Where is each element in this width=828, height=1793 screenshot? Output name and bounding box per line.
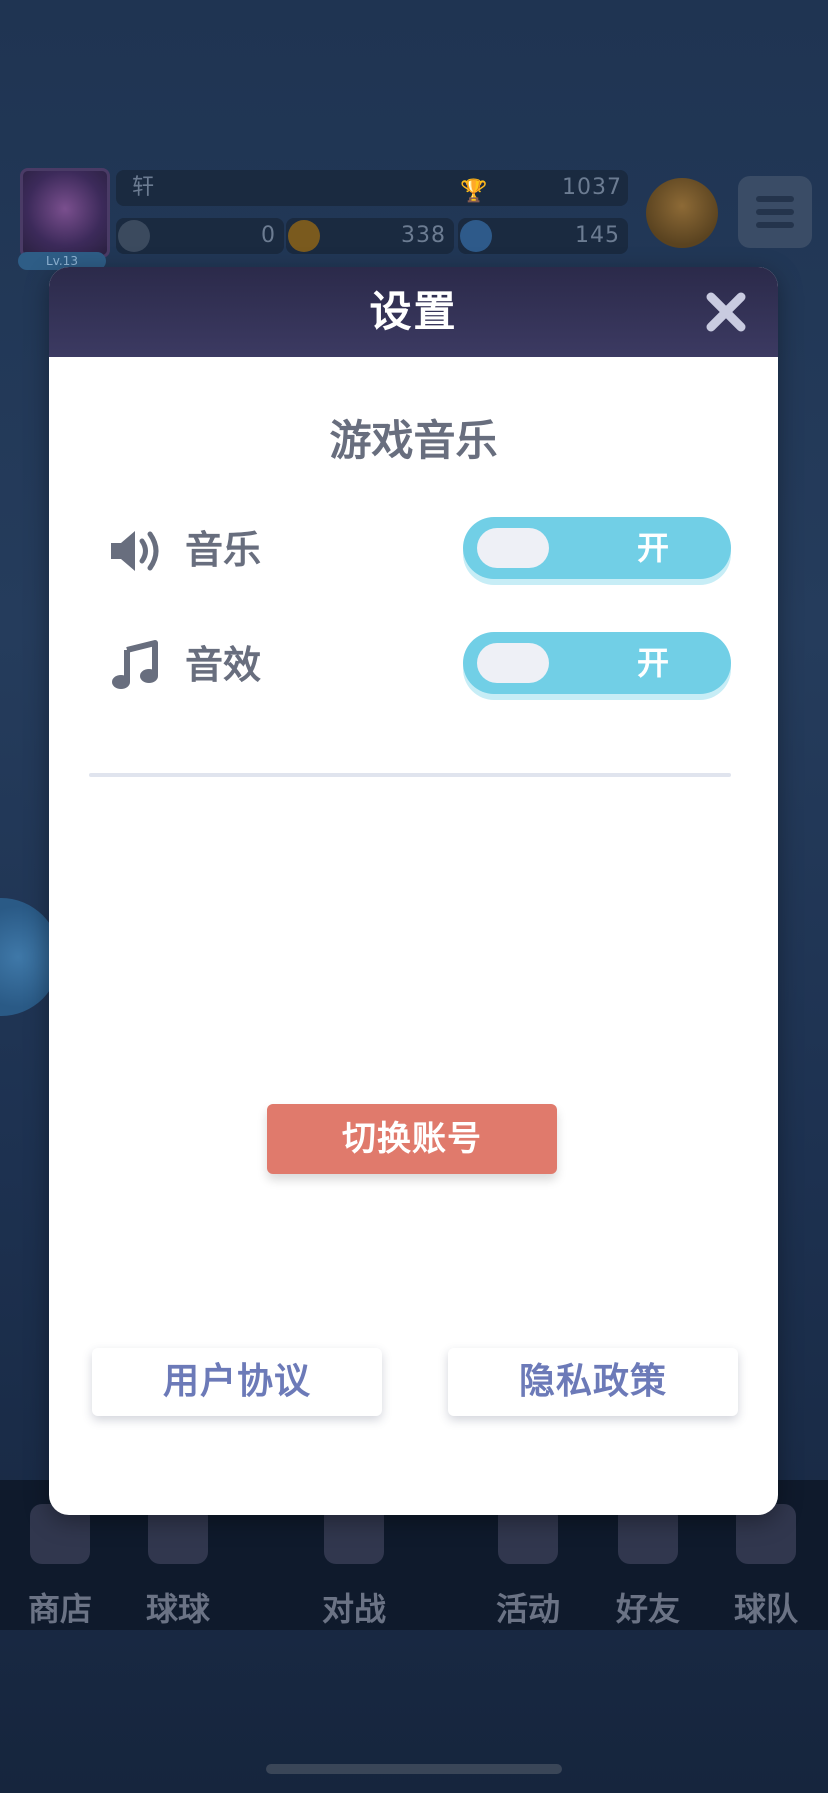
setting-label: 音效 [185, 643, 262, 687]
home-indicator[interactable] [266, 1764, 562, 1774]
settings-dialog: 设置 游戏音乐 音乐 开 音效 开 切换账号 用户协议 隐私政策 [49, 267, 778, 1515]
gem-icon [460, 220, 492, 252]
resource-gems[interactable]: 145 [458, 218, 628, 254]
divider [89, 773, 731, 777]
nav-label: 球队 [733, 1590, 798, 1628]
nav-label: 活动 [495, 1590, 560, 1628]
setting-label: 音乐 [185, 528, 262, 572]
switch-account-button[interactable]: 切换账号 [267, 1104, 557, 1174]
resource-value: 0 [261, 223, 276, 248]
menu-button[interactable] [738, 176, 812, 248]
trophy-score: 1037 [562, 175, 622, 200]
resource-value: 145 [575, 223, 620, 248]
toggle-knob [477, 643, 549, 683]
energy-icon [118, 220, 150, 252]
rank-badge-icon[interactable] [646, 178, 718, 248]
setting-row-sfx: 音效 开 [49, 632, 778, 698]
menu-icon-line [756, 209, 794, 215]
nav-label: 对战 [321, 1590, 386, 1628]
close-icon [706, 292, 746, 332]
trophy-icon: 🏆 [460, 179, 488, 204]
nav-label: 商店 [27, 1590, 92, 1628]
speaker-icon [109, 523, 165, 579]
player-name-bar: 轩 🏆 1037 [116, 170, 628, 206]
close-button[interactable] [703, 289, 749, 335]
player-avatar[interactable] [20, 168, 110, 258]
coin-icon [288, 220, 320, 252]
resource-energy[interactable]: 0 [116, 218, 284, 254]
menu-icon-line [756, 222, 794, 228]
setting-row-music: 音乐 开 [49, 517, 778, 583]
toggle-state: 开 [636, 644, 669, 682]
user-agreement-button[interactable]: 用户协议 [92, 1348, 382, 1416]
nav-label: 球球 [145, 1590, 210, 1628]
music-note-icon [109, 638, 165, 694]
section-title: 游戏音乐 [329, 416, 498, 465]
sfx-toggle[interactable]: 开 [463, 632, 731, 694]
toggle-knob [477, 528, 549, 568]
music-toggle[interactable]: 开 [463, 517, 731, 579]
menu-icon [756, 196, 794, 202]
toggle-state: 开 [636, 529, 669, 567]
resource-value: 338 [401, 223, 446, 248]
dialog-title: 设置 [369, 287, 458, 336]
top-status-bar: Lv.13 轩 🏆 1037 0 338 145 [0, 160, 828, 270]
player-name: 轩 [132, 175, 155, 200]
resource-coins[interactable]: 338 [286, 218, 454, 254]
privacy-policy-button[interactable]: 隐私政策 [448, 1348, 738, 1416]
nav-label: 好友 [615, 1590, 680, 1628]
